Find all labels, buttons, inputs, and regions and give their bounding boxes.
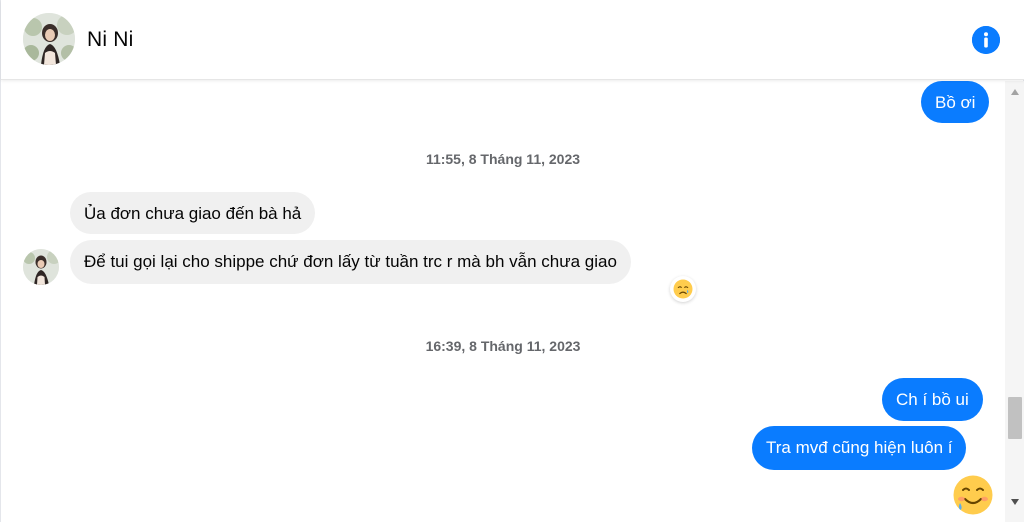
smiling-face-with-tear-icon [953,475,993,515]
scrollbar[interactable] [1005,81,1024,522]
chat-header: Ni Ni [1,0,1024,80]
scroll-down-arrow[interactable] [1005,495,1024,509]
message-timestamp: 16:39, 8 Tháng 11, 2023 [425,338,581,354]
message-bubble-outgoing[interactable]: Bồ ơi [921,81,990,123]
caret-down-icon [1011,499,1019,505]
info-icon [972,26,1000,54]
message-reaction[interactable] [670,276,696,302]
message-timestamp: 11:55, 8 Tháng 11, 2023 [425,151,581,167]
contact-avatar[interactable] [23,13,75,65]
chat-window: Ni Ni Bồ ơi 11:55, 8 Tháng 11, 2023 Ủa đ… [0,0,1024,522]
caret-up-icon [1011,89,1019,95]
message-bubble-incoming[interactable]: Ủa đơn chưa giao đến bà hả [70,192,316,234]
message-bubble-outgoing[interactable]: Ch í bồ ui [882,378,983,421]
contact-avatar-small[interactable] [23,249,59,285]
crying-face-icon [673,279,693,299]
info-button[interactable] [972,26,1000,54]
message-list: Bồ ơi 11:55, 8 Tháng 11, 2023 Ủa đơn chư… [1,81,1005,522]
message-bubble-outgoing[interactable]: Tra mvđ cũng hiện luôn í [752,426,967,470]
contact-name[interactable]: Ni Ni [87,28,134,52]
scrollbar-thumb[interactable] [1008,397,1022,439]
scroll-up-arrow[interactable] [1005,85,1024,99]
sticker-smiling-face-with-tear[interactable] [952,474,994,516]
message-bubble-incoming[interactable]: Để tui gọi lại cho shippe chứ đơn lấy từ… [70,240,631,284]
